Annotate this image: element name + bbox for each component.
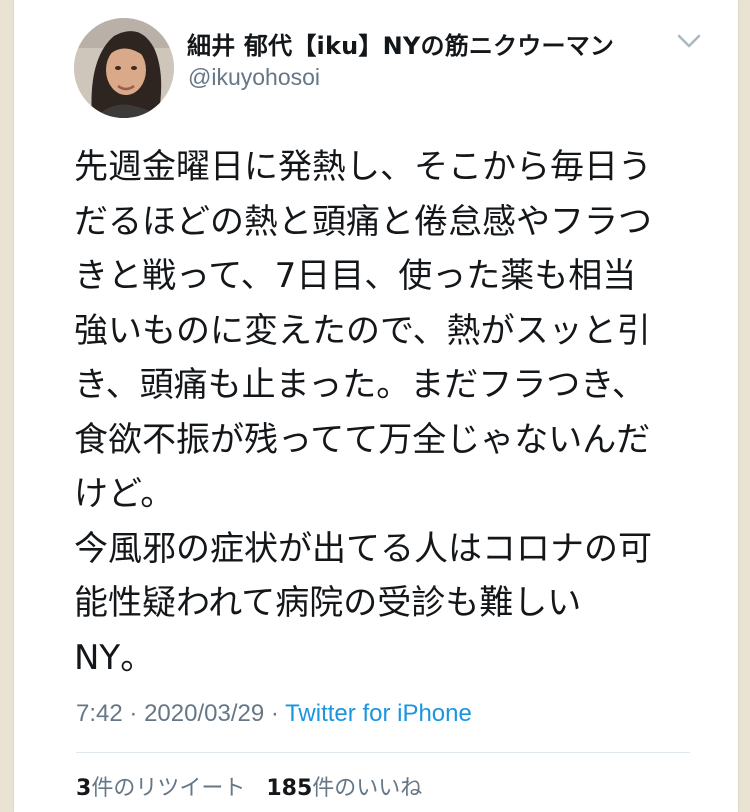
tweet-text-line: けど。 (74, 474, 175, 514)
tweet-text-line: きと戦って、7日目、使った薬も相当 (74, 256, 637, 296)
tweet-text: 先週金曜日に発熱し、そこから毎日う だるほどの熱と頭痛と倦怠感やフラつ きと戦っ… (74, 140, 694, 685)
retweet-stat[interactable]: 3件のリツイート (76, 776, 245, 801)
author-display-name[interactable]: 細井 郁代【iku】NYの筋ニクウーマン (187, 26, 614, 61)
tweet-card: 細井 郁代【iku】NYの筋ニクウーマン @ikuyohosoi 先週金曜日に発… (14, 0, 738, 812)
like-stat[interactable]: 185件のいいね (266, 776, 422, 801)
avatar-image (74, 18, 174, 118)
tweet-time[interactable]: 7:42 (76, 700, 123, 727)
meta-separator: · (129, 700, 138, 727)
like-count: 185 (266, 776, 313, 801)
retweet-count: 3 (76, 776, 92, 801)
tweet-text-line: NY。 (74, 637, 155, 678)
like-label: 件のいいね (312, 776, 423, 801)
retweet-label: 件のリツイート (91, 776, 246, 801)
divider (76, 752, 690, 753)
tweet-text-line: 食欲不振が残ってて万全じゃないんだ (74, 419, 651, 460)
tweet-text-line: 先週金曜日に発熱し、そこから毎日う (74, 147, 652, 187)
tweet-text-line: 今風邪の症状が出てる人はコロナの可 (74, 528, 652, 569)
meta-separator: · (270, 700, 279, 727)
tweet-text-line: き、頭痛も止まった。まだフラつき、 (74, 365, 646, 405)
tweet-date[interactable]: 2020/03/29 (144, 700, 264, 727)
tweet-text-line: だるほどの熱と頭痛と倦怠感やフラつ (74, 201, 652, 242)
tweet-source-link[interactable]: Twitter for iPhone (285, 700, 472, 727)
tweet-text-line: 能性疑われて病院の受診も難しい (74, 583, 582, 623)
author-handle[interactable]: @ikuyohosoi (188, 64, 320, 91)
chevron-down-icon[interactable] (674, 30, 704, 52)
tweet-metadata: 7:42 · 2020/03/29 · Twitter for iPhone (76, 700, 472, 728)
screenshot-frame: 細井 郁代【iku】NYの筋ニクウーマン @ikuyohosoi 先週金曜日に発… (0, 0, 750, 812)
avatar[interactable] (74, 18, 174, 118)
tweet-stats: 3件のリツイート 185件のいいね (76, 770, 436, 802)
tweet-text-line: 強いものに変えたので、熱がスッと引 (74, 310, 651, 351)
